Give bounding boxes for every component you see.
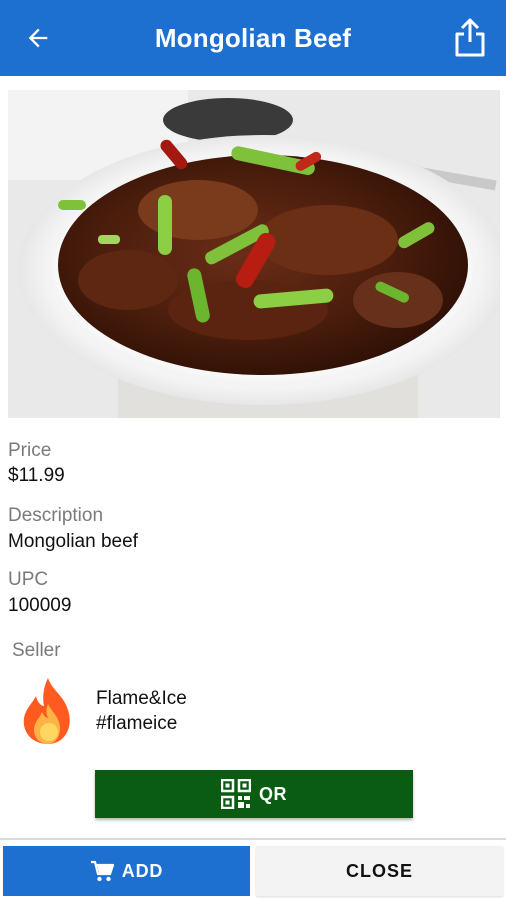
- seller-logo: [18, 676, 78, 746]
- product-image: [8, 90, 500, 418]
- add-button-label: ADD: [121, 860, 164, 881]
- close-button[interactable]: CLOSE: [256, 846, 503, 896]
- seller-label: Seller: [12, 640, 61, 661]
- description-value: Mongolian beef: [8, 531, 138, 552]
- flame-icon: [23, 678, 70, 744]
- seller-handle: #flameice: [96, 713, 178, 734]
- share-button[interactable]: [450, 16, 490, 60]
- seller-name: Flame&Ice: [96, 688, 187, 709]
- app-bar: Mongolian Beef: [0, 0, 506, 76]
- add-button[interactable]: ADD: [3, 846, 250, 896]
- upc-value: 100009: [8, 595, 72, 616]
- qr-button-label: QR: [259, 783, 287, 804]
- qr-code-icon: [221, 779, 251, 809]
- price-value: $11.99: [8, 465, 65, 486]
- description-label: Description: [8, 505, 104, 526]
- qr-button[interactable]: QR: [95, 770, 413, 818]
- page-title: Mongolian Beef: [154, 22, 352, 53]
- upc-label: UPC: [8, 569, 49, 590]
- price-label: Price: [8, 440, 52, 461]
- share-icon: [455, 18, 485, 57]
- divider: [0, 838, 506, 840]
- back-button[interactable]: [20, 20, 56, 56]
- arrow-left-icon: [28, 28, 48, 48]
- cart-icon: [90, 860, 114, 882]
